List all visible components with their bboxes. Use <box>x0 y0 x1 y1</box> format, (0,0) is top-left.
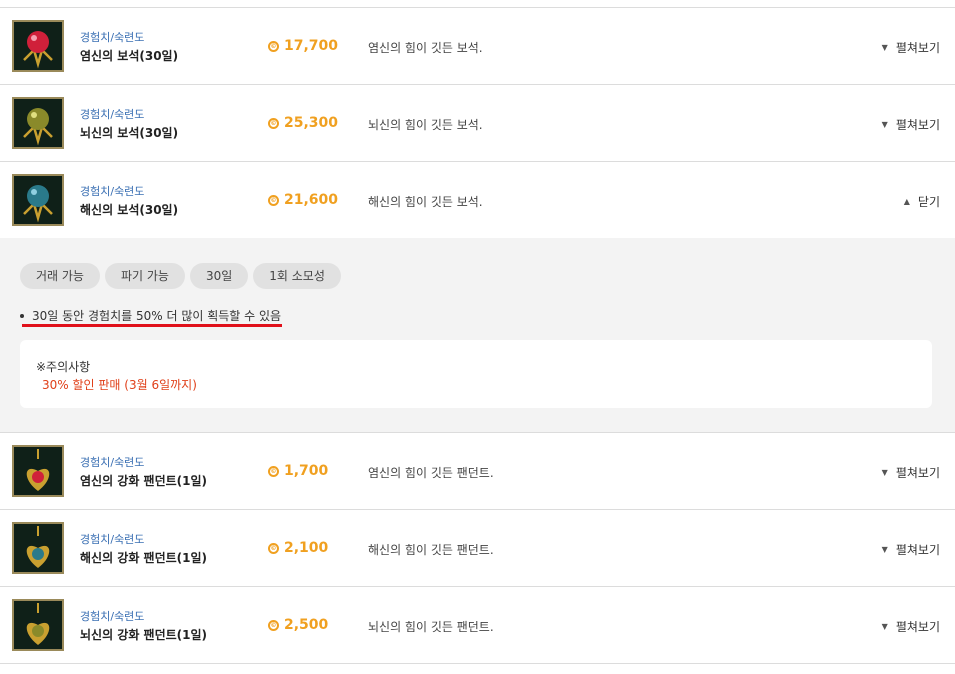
item-description: 염신의 힘이 깃든 팬던트. <box>368 466 494 480</box>
price-value: 17,700 <box>284 38 339 54</box>
item-name: 염신의 보석(30일) <box>80 49 179 63</box>
item-price: © 25,300 <box>268 115 338 131</box>
coin-icon: © <box>268 117 279 129</box>
chevron-down-icon: ▼ <box>881 468 888 477</box>
expand-button[interactable]: ▼ 펼쳐보기 <box>882 618 940 635</box>
item-thumbnail <box>12 522 64 574</box>
price-value: 2,500 <box>284 617 329 633</box>
item-category: 경험치/숙련도 <box>80 533 145 546</box>
chevron-down-icon: ▼ <box>881 622 888 631</box>
item-category: 경험치/숙련도 <box>80 31 145 44</box>
list-item: 경험치/숙련도 뇌신의 보석(30일) © 25,300 뇌신의 힘이 깃든 보석… <box>0 85 955 162</box>
effect-item: 30일 동안 경험치를 50% 더 많이 획득할 수 있음 <box>20 307 281 324</box>
item-description: 뇌신의 힘이 깃든 보석. <box>368 118 483 132</box>
item-category: 경험치/숙련도 <box>80 108 145 121</box>
item-price: © 2,500 <box>268 617 328 633</box>
item-name: 뇌신의 보석(30일) <box>80 126 179 140</box>
item-thumbnail <box>12 20 64 72</box>
item-name: 해신의 보석(30일) <box>80 203 179 217</box>
chevron-down-icon: ▼ <box>881 120 888 129</box>
list-item: 경험치/숙련도 해신의 보석(30일) © 21,600 해신의 힘이 깃든 보석… <box>0 162 955 239</box>
item-category: 경험치/숙련도 <box>80 456 145 469</box>
toggle-label: 펼쳐보기 <box>895 118 940 132</box>
collapse-button[interactable]: ▲ 닫기 <box>904 193 940 210</box>
item-description: 뇌신의 힘이 깃든 팬던트. <box>368 620 494 634</box>
item-description: 해신의 힘이 깃든 보석. <box>368 195 483 209</box>
price-value: 25,300 <box>284 115 339 131</box>
item-thumbnail <box>12 445 64 497</box>
item-thumbnail <box>12 599 64 651</box>
price-value: 21,600 <box>284 192 339 208</box>
item-price: © 21,600 <box>268 192 338 208</box>
item-detail-panel: 거래 가능 파기 가능 30일 1회 소모성 30일 동안 경험치를 50% 더… <box>0 238 955 433</box>
coin-icon: © <box>268 619 279 631</box>
tag-list: 거래 가능 파기 가능 30일 1회 소모성 <box>20 263 341 289</box>
item-thumbnail <box>12 97 64 149</box>
item-description: 염신의 힘이 깃든 보석. <box>368 41 483 55</box>
item-thumbnail <box>12 174 64 226</box>
coin-icon: © <box>268 194 279 206</box>
effect-text: 30일 동안 경험치를 50% 더 많이 획득할 수 있음 <box>32 309 282 323</box>
list-item: 경험치/숙련도 해신의 강화 팬던트(1일) © 2,100 해신의 힘이 깃든 … <box>0 510 955 587</box>
toggle-label: 펼쳐보기 <box>895 620 940 634</box>
item-price: © 17,700 <box>268 38 338 54</box>
list-item: 경험치/숙련도 뇌신의 강화 팬던트(1일) © 2,500 뇌신의 힘이 깃든 … <box>0 587 955 664</box>
price-value: 1,700 <box>284 463 329 479</box>
notice-box: ※주의사항 30% 할인 판매 (3월 6일까지) <box>20 340 932 408</box>
notice-title: ※주의사항 <box>36 360 91 374</box>
tag-destroyable: 파기 가능 <box>104 263 185 289</box>
coin-icon: © <box>268 542 279 554</box>
chevron-down-icon: ▼ <box>881 545 888 554</box>
item-category: 경험치/숙련도 <box>80 610 145 623</box>
item-category: 경험치/숙련도 <box>80 185 145 198</box>
notice-text: 30% 할인 판매 (3월 6일까지) <box>42 378 197 392</box>
toggle-label: 펼쳐보기 <box>895 466 940 480</box>
item-price: © 1,700 <box>268 463 328 479</box>
item-name: 뇌신의 강화 팬던트(1일) <box>80 628 208 642</box>
toggle-label: 닫기 <box>917 195 940 209</box>
expand-button[interactable]: ▼ 펼쳐보기 <box>882 39 940 56</box>
expand-button[interactable]: ▼ 펼쳐보기 <box>882 116 940 133</box>
expand-button[interactable]: ▼ 펼쳐보기 <box>882 541 940 558</box>
list-item: 경험치/숙련도 염신의 보석(30일) © 17,700 염신의 힘이 깃든 보석… <box>0 8 955 85</box>
tag-tradable: 거래 가능 <box>20 263 100 289</box>
chevron-up-icon: ▲ <box>903 197 910 206</box>
tag-consumable: 1회 소모성 <box>253 263 341 289</box>
tag-duration: 30일 <box>189 263 249 289</box>
item-description: 해신의 힘이 깃든 팬던트. <box>368 543 494 557</box>
list-item: 경험치/숙련도 염신의 강화 팬던트(1일) © 1,700 염신의 힘이 깃든 … <box>0 433 955 510</box>
bullet-icon <box>20 313 24 318</box>
toggle-label: 펼쳐보기 <box>895 41 940 55</box>
coin-icon: © <box>268 465 279 477</box>
chevron-down-icon: ▼ <box>881 43 888 52</box>
expand-button[interactable]: ▼ 펼쳐보기 <box>882 464 940 481</box>
price-value: 2,100 <box>284 540 329 556</box>
coin-icon: © <box>268 40 279 52</box>
item-name: 염신의 강화 팬던트(1일) <box>80 474 208 488</box>
highlight-underline <box>22 324 282 327</box>
toggle-label: 펼쳐보기 <box>895 543 940 557</box>
item-price: © 2,100 <box>268 540 328 556</box>
item-name: 해신의 강화 팬던트(1일) <box>80 551 208 565</box>
